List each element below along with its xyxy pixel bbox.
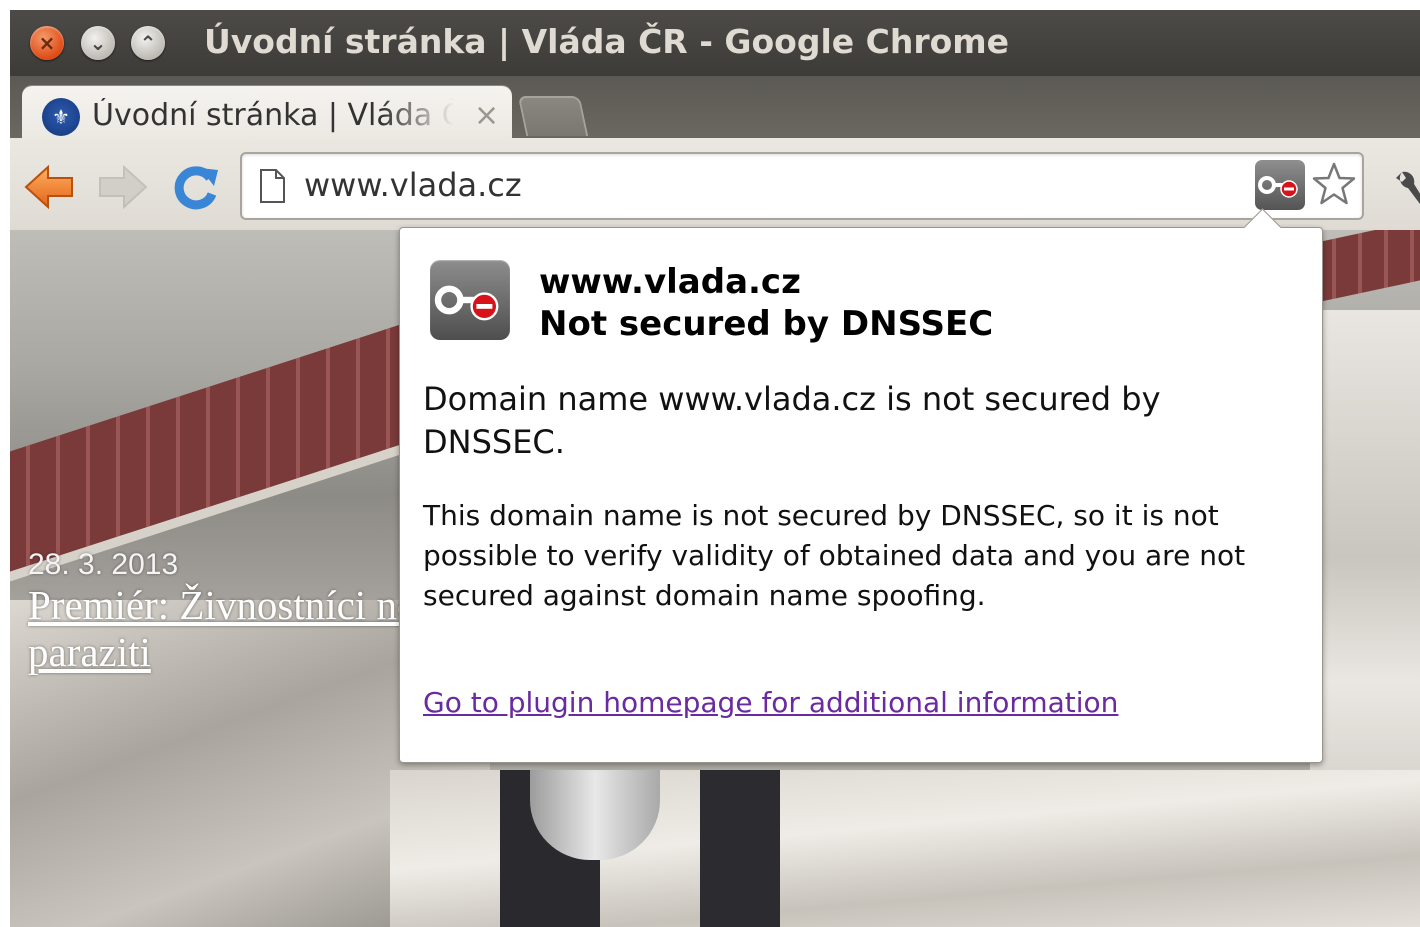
government-favicon-icon: ⚜ (42, 98, 80, 136)
tab-strip: ⚜ Úvodní stránka | Vláda ČR × (10, 76, 1420, 144)
address-bar[interactable]: www.vlada.cz (240, 152, 1364, 220)
popup-domain: www.vlada.cz (539, 262, 801, 302)
tab-active[interactable]: ⚜ Úvodní stránka | Vláda ČR × (22, 86, 512, 144)
hero-image-roof-right (1310, 230, 1420, 304)
minimize-window-button[interactable]: ⌄ (81, 26, 115, 60)
popup-detail: This domain name is not secured by DNSSE… (423, 499, 1246, 612)
new-tab-button[interactable] (517, 96, 589, 136)
popup-summary: Domain name www.vlada.cz is not secured … (423, 380, 1161, 461)
dnssec-status-button[interactable] (1255, 160, 1305, 210)
back-button[interactable] (24, 164, 76, 210)
maximize-icon: ⌃ (139, 31, 157, 55)
dnssec-popup: www.vlada.cz Not secured by DNSSEC Domai… (399, 208, 1323, 763)
browser-window: × ⌄ ⌃ Úvodní stránka | Vláda ČR - Google… (10, 10, 1420, 927)
tab-title: Úvodní stránka | Vláda ČR (92, 98, 454, 133)
window-title: Úvodní stránka | Vláda ČR - Google Chrom… (204, 22, 1010, 61)
popup-status: Not secured by DNSSEC (539, 304, 994, 344)
reload-icon (174, 166, 218, 210)
close-window-button[interactable]: × (30, 26, 64, 60)
reload-button[interactable] (170, 164, 222, 210)
forward-button[interactable] (96, 164, 148, 210)
tab-close-button[interactable]: × (474, 98, 499, 133)
forward-arrow-icon (99, 164, 148, 210)
star-icon[interactable] (1310, 160, 1358, 210)
maximize-window-button[interactable]: ⌃ (131, 26, 165, 60)
back-arrow-icon (24, 164, 73, 210)
plugin-homepage-link[interactable]: Go to plugin homepage for additional inf… (423, 686, 1118, 719)
page-icon (260, 169, 285, 203)
dnssec-key-icon (1258, 176, 1298, 198)
wrench-icon[interactable] (1394, 168, 1420, 208)
url-text[interactable]: www.vlada.cz (304, 166, 522, 204)
news-date: 28. 3. 2013 (28, 548, 179, 581)
minimize-icon: ⌄ (89, 31, 107, 55)
close-icon: × (38, 31, 56, 55)
dnssec-key-icon (430, 260, 510, 340)
toolbar: www.vlada.cz (10, 138, 1420, 231)
title-bar: × ⌄ ⌃ Úvodní stránka | Vláda ČR - Google… (10, 10, 1420, 76)
